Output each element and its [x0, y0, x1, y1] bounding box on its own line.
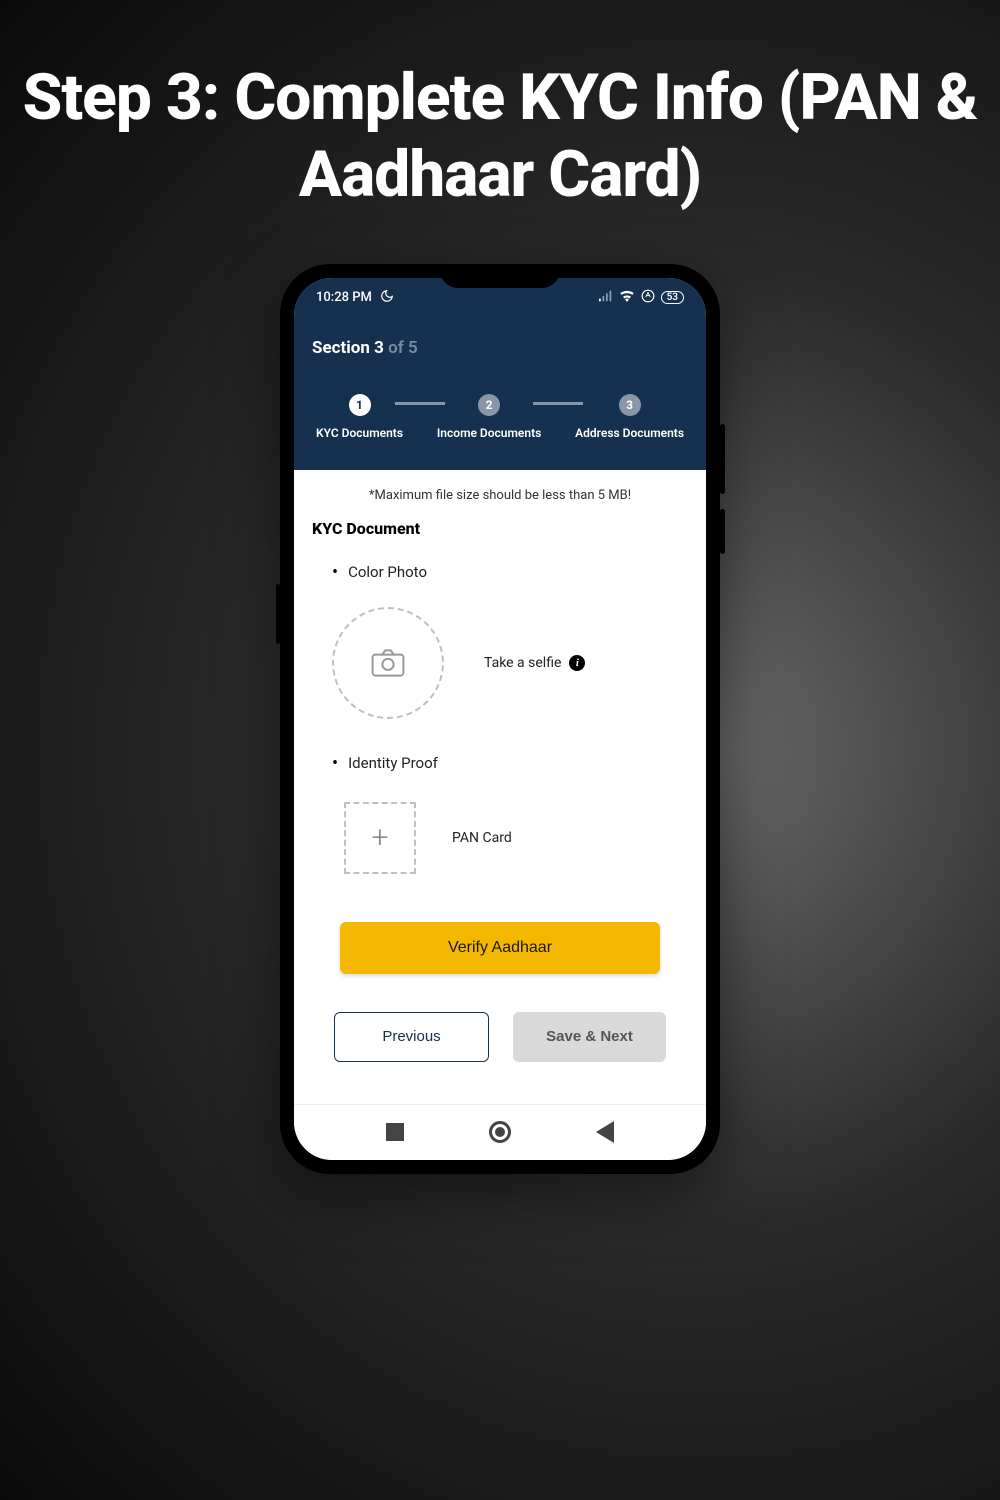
- verify-aadhaar-button[interactable]: Verify Aadhaar: [340, 922, 660, 974]
- selfie-upload-button[interactable]: [332, 607, 444, 719]
- section-current: Section 3: [312, 338, 384, 358]
- step-address-documents[interactable]: 3 Address Documents: [575, 394, 684, 440]
- info-icon[interactable]: i: [569, 655, 585, 671]
- step-label-1: KYC Documents: [316, 426, 403, 440]
- side-button: [276, 584, 280, 644]
- bullet-icon: •: [332, 562, 338, 583]
- volume-button: [720, 424, 725, 494]
- save-next-button[interactable]: Save & Next: [513, 1012, 666, 1062]
- step-income-documents[interactable]: 2 Income Documents: [437, 394, 541, 440]
- bullet-icon: •: [332, 753, 338, 774]
- phone-screen: 10:28 PM 53 Section 3 of: [294, 278, 706, 1160]
- phone-frame: 10:28 PM 53 Section 3 of: [280, 264, 720, 1174]
- power-button: [720, 509, 725, 554]
- progress-stepper: 1 KYC Documents 2 Income Documents 3 Add…: [312, 394, 688, 440]
- recent-apps-button[interactable]: [386, 1123, 404, 1141]
- step-label-3: Address Documents: [575, 426, 684, 440]
- color-photo-label: Color Photo: [348, 563, 427, 581]
- filesize-note: *Maximum file size should be less than 5…: [312, 488, 688, 503]
- pan-card-label: PAN Card: [452, 830, 512, 846]
- status-time: 10:28 PM: [316, 290, 372, 305]
- section-total: of 5: [384, 338, 418, 358]
- camera-icon: [371, 649, 405, 677]
- step-kyc-documents[interactable]: 1 KYC Documents: [316, 394, 403, 440]
- android-nav-bar: [294, 1104, 706, 1160]
- selfie-upload-row: Take a selfie i: [312, 607, 688, 719]
- data-icon: [641, 289, 655, 307]
- step-dot-3: 3: [619, 394, 641, 416]
- wifi-icon: [619, 290, 635, 306]
- step-dot-2: 2: [478, 394, 500, 416]
- take-selfie-label-group: Take a selfie i: [484, 655, 585, 671]
- pan-upload-row: + PAN Card: [312, 802, 688, 874]
- plus-icon: +: [372, 820, 389, 855]
- color-photo-row: • Color Photo: [312, 562, 688, 583]
- back-button[interactable]: [596, 1121, 614, 1143]
- kyc-document-heading: KYC Document: [312, 519, 688, 538]
- section-label: Section 3 of 5: [312, 338, 688, 358]
- moon-icon: [380, 289, 394, 307]
- content-area: *Maximum file size should be less than 5…: [294, 470, 706, 1104]
- nav-button-row: Previous Save & Next: [312, 1012, 688, 1062]
- previous-button[interactable]: Previous: [334, 1012, 489, 1062]
- page-title: Step 3: Complete KYC Info (PAN & Aadhaar…: [0, 60, 1000, 214]
- phone-notch: [440, 264, 560, 288]
- step-label-2: Income Documents: [437, 426, 541, 440]
- signal-icon: [599, 290, 613, 306]
- app-header: Section 3 of 5 1 KYC Documents 2 Income …: [294, 318, 706, 470]
- step-dot-1: 1: [349, 394, 371, 416]
- take-selfie-label: Take a selfie: [484, 655, 561, 671]
- pan-upload-button[interactable]: +: [344, 802, 416, 874]
- identity-proof-label: Identity Proof: [348, 754, 438, 772]
- battery-icon: 53: [661, 291, 684, 304]
- home-button[interactable]: [489, 1121, 511, 1143]
- identity-proof-row: • Identity Proof: [312, 753, 688, 774]
